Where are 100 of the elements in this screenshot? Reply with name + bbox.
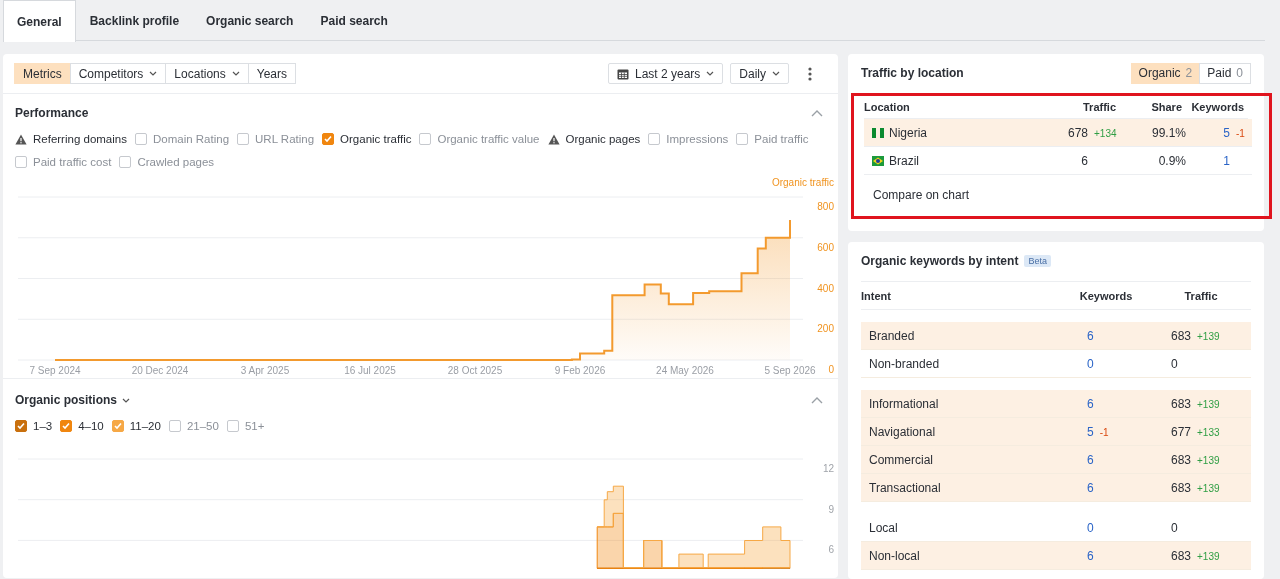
traffic-value: 6: [1081, 153, 1088, 168]
location-name[interactable]: Brazil: [889, 153, 919, 168]
checkbox[interactable]: [648, 133, 661, 145]
y-axis-label: 0: [828, 364, 834, 375]
caret-icon: [149, 71, 158, 76]
checkbox[interactable]: [322, 133, 335, 145]
toggle-button[interactable]: Organic 2: [1130, 62, 1201, 84]
card-title: Organic keywords by intent: [861, 254, 1019, 268]
metric-label: Impressions: [666, 133, 729, 145]
tab[interactable]: General: [3, 0, 76, 42]
keywords-link[interactable]: 6: [1087, 396, 1094, 411]
y-axis-label: 200: [817, 323, 834, 335]
intent-label: Non-local: [869, 548, 921, 563]
card-title: Traffic by location: [861, 66, 964, 80]
y-axis-label: 12: [822, 463, 834, 474]
calendar-icon: [616, 67, 629, 80]
x-axis-label: 3 Apr 2025: [240, 365, 290, 376]
checkbox[interactable]: [736, 133, 749, 145]
x-axis-label: 24 May 2026: [656, 365, 714, 376]
intent-label: Informational: [869, 396, 940, 411]
metric-label: Organic traffic value: [437, 133, 540, 145]
metric-label: Organic pages: [565, 133, 641, 145]
metric-label: Organic traffic: [340, 133, 412, 145]
date-range-dropdown[interactable]: Last 2 years: [607, 63, 724, 84]
traffic-value: 683: [1171, 452, 1192, 467]
x-axis-label: 16 Jul 2025: [344, 365, 396, 376]
tab[interactable]: Paid search: [307, 0, 401, 41]
checkbox[interactable]: [237, 133, 250, 145]
keywords-link[interactable]: 0: [1087, 356, 1094, 371]
x-axis-label: 28 Oct 2025: [447, 365, 503, 376]
caret-icon: [772, 71, 780, 76]
y-axis-label: 400: [817, 282, 834, 294]
column-header: Keywords: [1190, 101, 1244, 113]
view-button[interactable]: Metrics: [14, 63, 71, 84]
x-axis-label: 5 Sep 2026: [764, 365, 816, 376]
beta-badge: Beta: [1024, 255, 1051, 267]
warning-icon: [15, 133, 27, 145]
view-button[interactable]: Competitors: [69, 63, 167, 84]
checkbox[interactable]: [168, 420, 181, 432]
toggle-button[interactable]: Paid 0: [1199, 62, 1251, 84]
compare-link[interactable]: Compare on chart: [873, 188, 970, 202]
keywords-link[interactable]: 6: [1087, 328, 1094, 343]
keywords-link[interactable]: 6: [1087, 480, 1094, 495]
share-value: 99.1%: [1150, 125, 1186, 140]
keywords-link[interactable]: 6: [1087, 452, 1094, 467]
metric-label: Paid traffic: [754, 133, 809, 145]
flag-icon: [872, 155, 884, 166]
tab[interactable]: Backlink profile: [76, 0, 193, 41]
metric-label: Domain Rating: [152, 133, 230, 145]
x-axis-label: 20 Dec 2024: [131, 365, 189, 376]
checkbox[interactable]: [226, 420, 239, 432]
checkbox[interactable]: [15, 420, 27, 432]
location-name[interactable]: Nigeria: [889, 125, 927, 140]
keywords-link[interactable]: 5: [1223, 125, 1230, 140]
keywords-link[interactable]: 1: [1223, 153, 1230, 168]
change-value: +139: [1197, 550, 1221, 562]
caret-icon: [706, 71, 715, 76]
checkbox[interactable]: [119, 156, 132, 168]
series-label: Organic traffic: [771, 177, 834, 188]
metric-label: Crawled pages: [137, 156, 215, 168]
range-label: 4–10: [78, 420, 104, 432]
checkbox[interactable]: [60, 420, 73, 432]
change-value: -1: [1236, 127, 1246, 139]
keywords-link[interactable]: 0: [1087, 520, 1094, 535]
keywords-link[interactable]: 6: [1087, 548, 1094, 563]
section-title: Performance: [15, 106, 89, 120]
column-header: Share: [1150, 101, 1182, 113]
caret-icon: [231, 71, 240, 76]
section-dropdown[interactable]: Organic positions: [15, 393, 130, 407]
checkbox[interactable]: [15, 156, 27, 168]
range-label: 1–3: [33, 420, 53, 432]
checkbox[interactable]: [134, 133, 147, 145]
intent-label: Branded: [869, 328, 916, 343]
checkbox[interactable]: [419, 133, 432, 145]
y-axis-label: 6: [828, 544, 834, 556]
traffic-value: 678: [1067, 125, 1088, 140]
column-header: Keywords: [1078, 289, 1134, 302]
x-axis-label: 7 Sep 2024: [29, 365, 81, 376]
range-label: 51+: [244, 420, 265, 432]
keywords-link[interactable]: 5: [1087, 424, 1094, 439]
column-header: Traffic: [1082, 101, 1116, 113]
checkbox[interactable]: [111, 420, 124, 432]
view-button[interactable]: Years: [247, 63, 296, 84]
change-value: +134: [1094, 127, 1118, 139]
intent-label: Local: [869, 520, 899, 535]
change-value: +139: [1197, 398, 1221, 410]
traffic-value: 683: [1171, 548, 1192, 563]
x-axis-label: 9 Feb 2026: [554, 365, 606, 376]
metric-label: Referring domains: [33, 133, 127, 145]
caret-icon: [122, 397, 130, 403]
change-value: +133: [1197, 426, 1221, 438]
view-button[interactable]: Locations: [165, 63, 249, 84]
y-axis-label: 600: [817, 241, 834, 253]
interval-dropdown[interactable]: Daily: [730, 63, 789, 84]
change-value: +139: [1197, 330, 1221, 342]
traffic-value: 0: [1171, 520, 1178, 535]
traffic-value: 683: [1171, 328, 1192, 343]
y-axis-label: 800: [817, 201, 834, 212]
more-icon: [808, 66, 812, 81]
tab[interactable]: Organic search: [193, 0, 307, 41]
